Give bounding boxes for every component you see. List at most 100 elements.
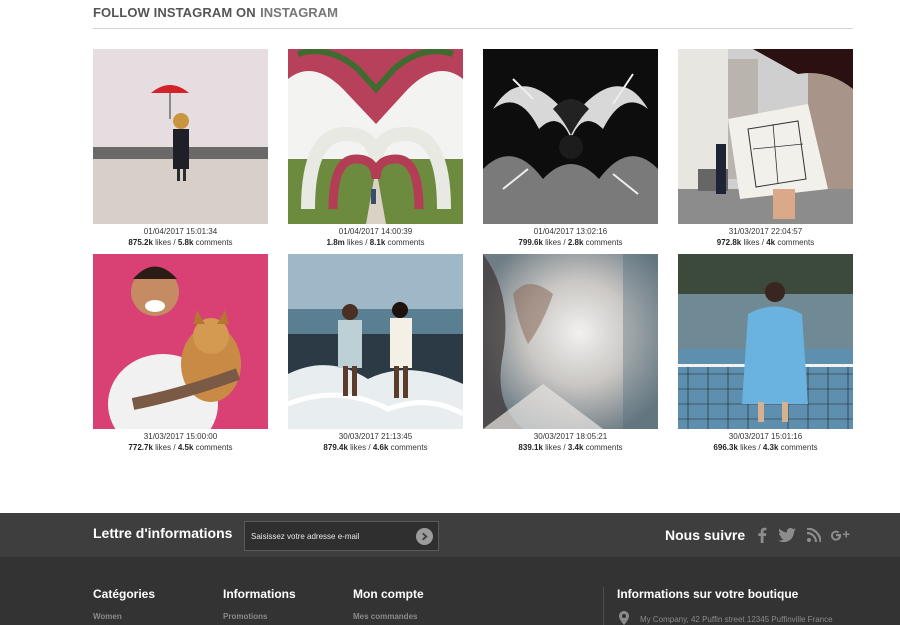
stats-separator: / xyxy=(368,443,371,452)
likes-count: 839.1k xyxy=(518,443,543,452)
footer-account-title: Mon compte xyxy=(353,587,424,601)
instagram-title-prefix: FOLLOW INSTAGRAM ON xyxy=(93,5,256,20)
footer-store-address: My Company, 42 Puffin street 12345 Puffi… xyxy=(640,615,833,624)
comments-count: 4.5k xyxy=(177,443,194,452)
newsletter-title: Lettre d'informations xyxy=(93,525,233,541)
likes-label: likes xyxy=(743,238,760,247)
instagram-photo-flower-hearts[interactable] xyxy=(288,49,463,224)
post-date: 01/04/2017 15:01:34 xyxy=(143,227,218,236)
comments-label: comments xyxy=(585,238,623,247)
instagram-post: 01/04/2017 15:01:34 875.2k likes / 5.8k … xyxy=(93,49,268,248)
photo-image xyxy=(93,254,268,429)
likes-count: 696.3k xyxy=(713,443,738,452)
footer-information-title: Informations xyxy=(223,587,296,601)
instagram-section-header: FOLLOW INSTAGRAM ON INSTAGRAM xyxy=(93,4,853,29)
post-stats: 879.4k likes / 4.6k comments xyxy=(288,442,463,453)
post-date: 31/03/2017 15:00:00 xyxy=(143,432,218,441)
photo-image xyxy=(483,49,658,224)
footer-link-women[interactable]: Women xyxy=(93,612,122,621)
footer-store-info-title: Informations sur votre boutique xyxy=(617,587,799,601)
post-date: 01/04/2017 13:02:16 xyxy=(533,227,608,236)
likes-count: 1.8m xyxy=(326,238,345,247)
instagram-post: 30/03/2017 15:01:16 696.3k likes / 4.3k … xyxy=(678,254,853,453)
instagram-post: 30/03/2017 21:13:45 879.4k likes / 4.6k … xyxy=(288,254,463,453)
comments-count: 4k xyxy=(766,238,776,247)
stats-separator: / xyxy=(173,443,176,452)
comments-label: comments xyxy=(195,238,233,247)
post-stats: 696.3k likes / 4.3k comments xyxy=(678,442,853,453)
instagram-photo-red-umbrella[interactable] xyxy=(93,49,268,224)
post-date: 01/04/2017 14:00:39 xyxy=(338,227,413,236)
photo-image xyxy=(288,49,463,224)
site-footer: Catégories Women Informations Promotions… xyxy=(0,557,900,625)
facebook-icon[interactable] xyxy=(752,525,772,545)
follow-us-title: Nous suivre xyxy=(665,527,746,543)
stats-separator: / xyxy=(365,238,368,247)
likes-label: likes xyxy=(350,443,367,452)
comments-label: comments xyxy=(585,443,623,452)
post-stats: 772.7k likes / 4.5k comments xyxy=(93,442,268,453)
footer-divider xyxy=(603,587,604,625)
stats-separator: / xyxy=(761,238,764,247)
instagram-photo-man-with-dog[interactable] xyxy=(93,254,268,429)
likes-label: likes xyxy=(545,238,562,247)
likes-count: 972.8k xyxy=(716,238,742,247)
likes-label: likes xyxy=(545,443,562,452)
comments-label: comments xyxy=(387,238,425,247)
comments-label: comments xyxy=(777,238,815,247)
post-date: 31/03/2017 22:04:57 xyxy=(728,227,803,236)
photo-image xyxy=(93,49,268,224)
photo-image xyxy=(678,49,853,224)
comments-label: comments xyxy=(195,443,233,452)
instagram-post: 31/03/2017 22:04:57 972.8k likes / 4k co… xyxy=(678,49,853,248)
instagram-title-link[interactable]: INSTAGRAM xyxy=(260,5,338,20)
instagram-photo-sketchbook-street[interactable] xyxy=(678,49,853,224)
stats-separator: / xyxy=(758,443,761,452)
likes-count: 772.7k xyxy=(128,443,153,452)
comments-count: 4.6k xyxy=(372,443,389,452)
stats-separator: / xyxy=(563,238,566,247)
likes-count: 879.4k xyxy=(323,443,348,452)
post-stats: 839.1k likes / 3.4k comments xyxy=(483,442,658,453)
chevron-right-icon xyxy=(422,532,428,541)
map-pin-icon xyxy=(619,611,629,625)
instagram-post: 31/03/2017 15:00:00 772.7k likes / 4.5k … xyxy=(93,254,268,453)
page: FOLLOW INSTAGRAM ON INSTAGRAM 01/04/2017… xyxy=(0,0,900,625)
google-plus-icon[interactable] xyxy=(830,525,850,545)
post-date: 30/03/2017 21:13:45 xyxy=(338,432,413,441)
newsletter-form xyxy=(244,521,439,551)
twitter-icon[interactable] xyxy=(777,525,797,545)
rss-icon[interactable] xyxy=(804,525,824,545)
footer-link-promotions[interactable]: Promotions xyxy=(223,612,267,621)
likes-count: 799.6k xyxy=(518,238,543,247)
photo-image xyxy=(288,254,463,429)
instagram-photo-tennis-court[interactable] xyxy=(678,254,853,429)
post-stats: 875.2k likes / 5.8k comments xyxy=(93,237,268,248)
stats-separator: / xyxy=(563,443,566,452)
comments-count: 8.1k xyxy=(369,238,386,247)
instagram-post: 01/04/2017 14:00:39 1.8m likes / 8.1k co… xyxy=(288,49,463,248)
instagram-post: 01/04/2017 13:02:16 799.6k likes / 2.8k … xyxy=(483,49,658,248)
post-stats: 972.8k likes / 4k comments xyxy=(678,237,853,248)
comments-count: 3.4k xyxy=(567,443,584,452)
instagram-photo-hazy-portrait[interactable] xyxy=(483,254,658,429)
comments-label: comments xyxy=(780,443,818,452)
photo-image xyxy=(678,254,853,429)
newsletter-bar: Lettre d'informations Nous suivre xyxy=(0,513,900,557)
comments-count: 5.8k xyxy=(177,238,194,247)
instagram-photo-two-women-beach[interactable] xyxy=(288,254,463,429)
footer-categories-title: Catégories xyxy=(93,587,156,601)
comments-count: 4.3k xyxy=(762,443,779,452)
post-date: 30/03/2017 15:01:16 xyxy=(728,432,803,441)
newsletter-email-input[interactable] xyxy=(251,529,411,543)
instagram-post: 30/03/2017 18:05:21 839.1k likes / 3.4k … xyxy=(483,254,658,453)
stats-separator: / xyxy=(173,238,176,247)
instagram-photo-black-white-splash[interactable] xyxy=(483,49,658,224)
footer-link-my-orders[interactable]: Mes commandes xyxy=(353,612,417,621)
likes-label: likes xyxy=(155,443,172,452)
likes-label: likes xyxy=(155,238,172,247)
comments-count: 2.8k xyxy=(567,238,584,247)
likes-label: likes xyxy=(740,443,757,452)
newsletter-submit-button[interactable] xyxy=(416,528,433,545)
post-stats: 1.8m likes / 8.1k comments xyxy=(288,237,463,248)
